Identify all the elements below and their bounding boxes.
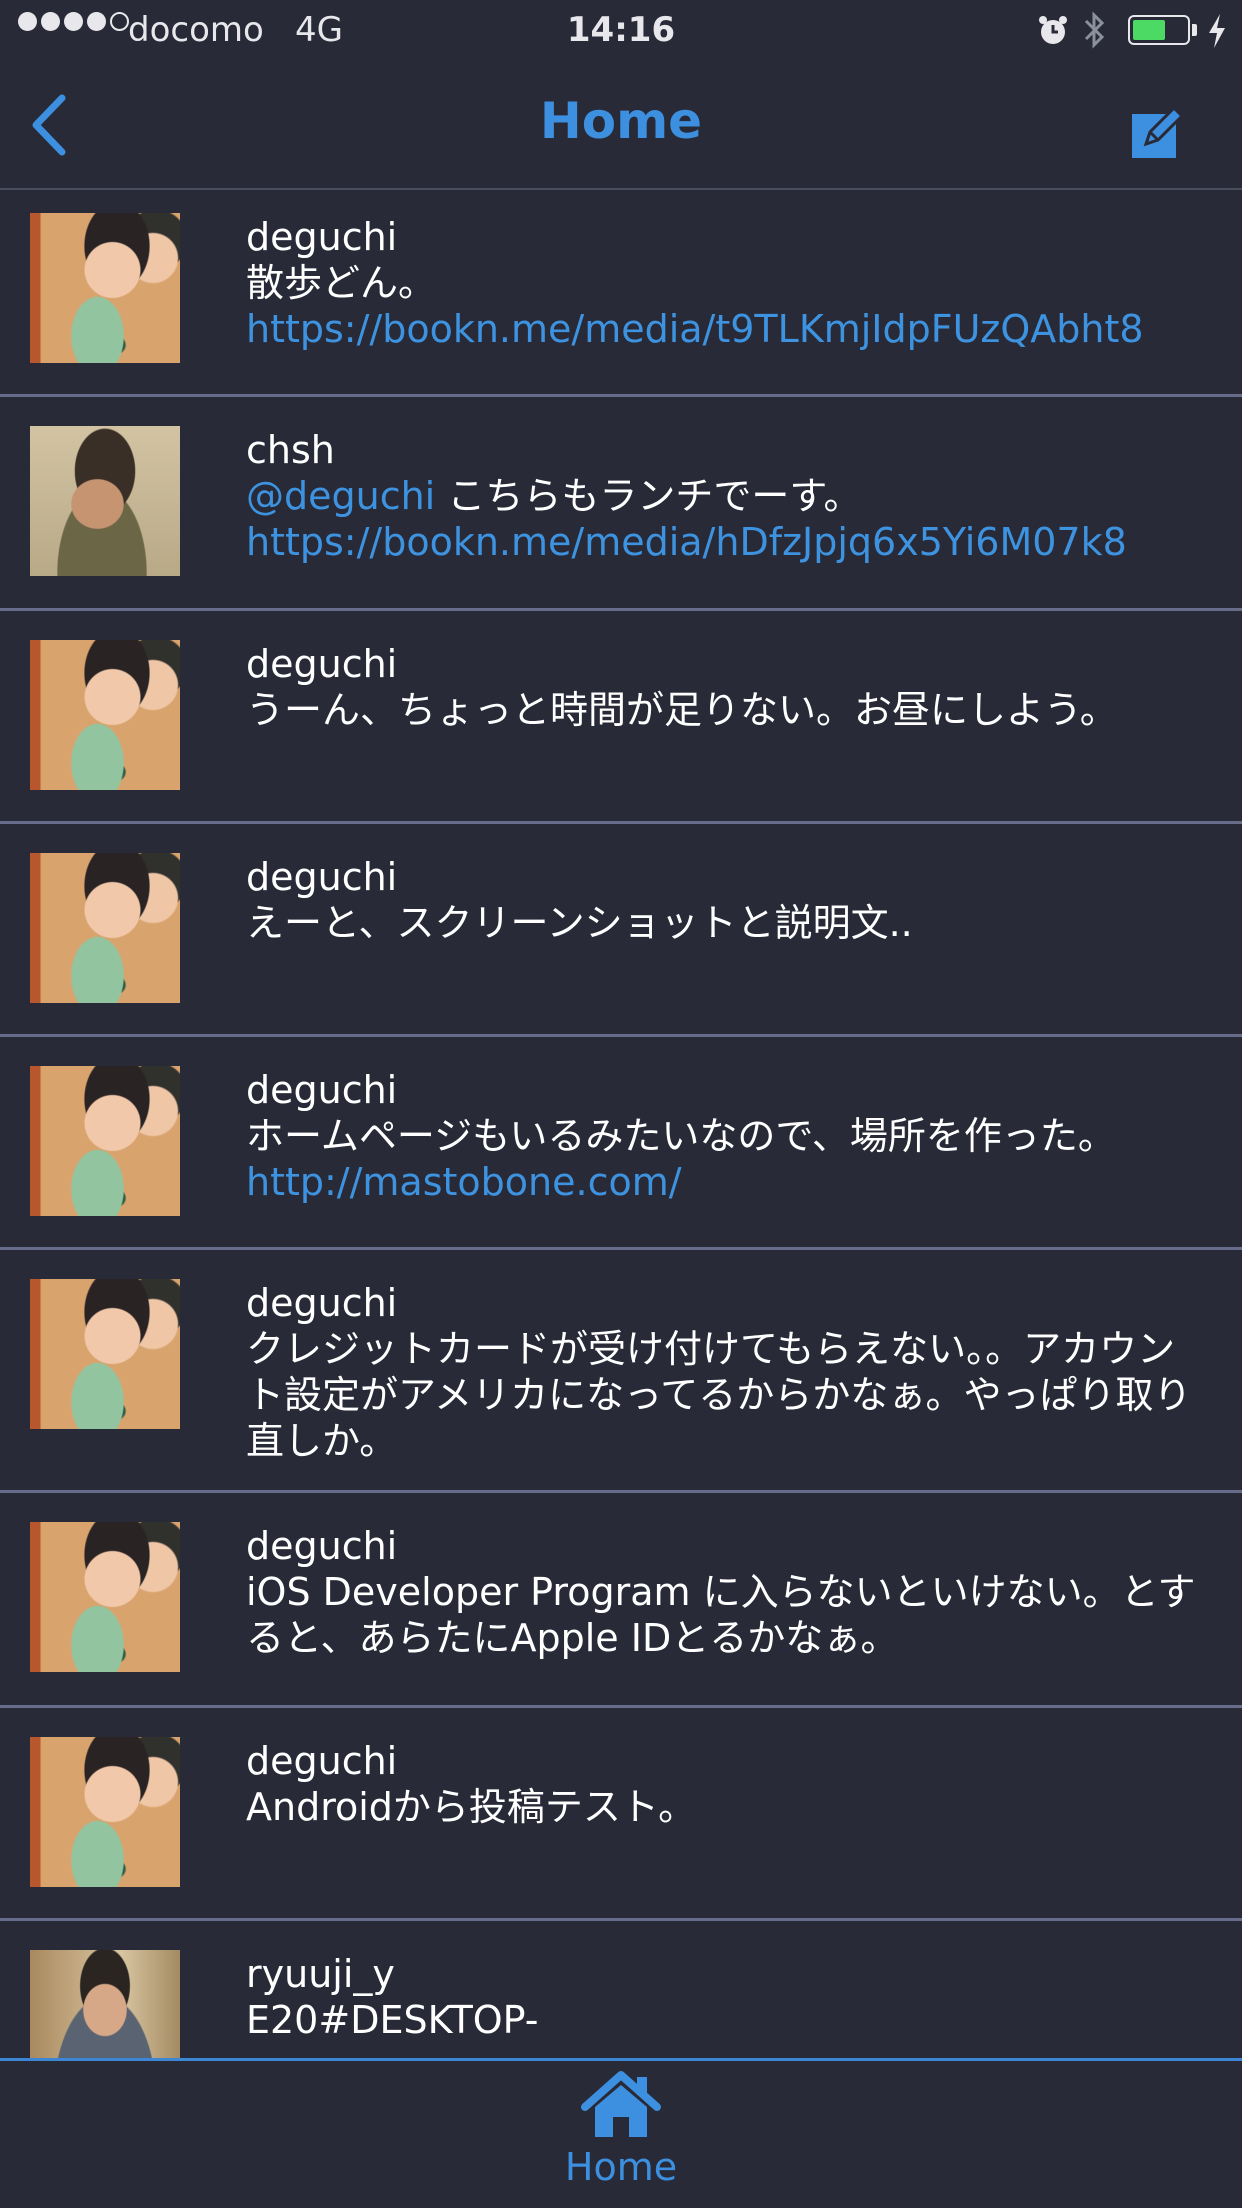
alarm-icon [1039,16,1067,44]
post-body: deguchi iOS Developer Program に入らないといけない… [246,1523,1202,1661]
post-username: deguchi [246,642,398,686]
avatar[interactable] [30,640,180,790]
avatar[interactable] [30,1279,180,1429]
post-body: deguchi うーん、ちょっと時間が足りない。お昼にしよう。 [246,641,1202,733]
post-text: 散歩どん。 [246,261,437,305]
post-link[interactable]: https://bookn.me/media/t9TLKmjIdpFUzQAbh… [246,306,1202,352]
battery-tip [1192,24,1197,36]
battery-icon [1128,15,1190,45]
avatar[interactable] [30,1066,180,1216]
post-text: Androidから投稿テスト。 [246,1785,697,1829]
post-body: deguchi クレジットカードが受け付けてもらえない。。アカウント設定がアメリ… [246,1280,1202,1464]
post-item[interactable]: deguchi えーと、スクリーンショットと説明文.. [0,824,1242,1037]
tab-home[interactable]: Home [520,2071,722,2207]
post-username: deguchi [246,1281,398,1325]
post-text: クレジットカードが受け付けてもらえない。。アカウント設定がアメリカになってるから… [246,1327,1192,1463]
post-item[interactable]: deguchi iOS Developer Program に入らないといけない… [0,1493,1242,1708]
post-body: ryuuji_y E20#DESKTOP- [246,1951,1202,2043]
post-text: @deguchi こちらもランチでーす。 [246,473,1202,519]
post-item[interactable]: deguchi クレジットカードが受け付けてもらえない。。アカウント設定がアメリ… [0,1250,1242,1493]
post-link[interactable]: http://mastobone.com/ [246,1159,1202,1205]
post-item[interactable]: ryuuji_y E20#DESKTOP- [0,1921,1242,2058]
avatar[interactable] [30,1522,180,1672]
tab-bar: Home [0,2058,1242,2208]
post-text: iOS Developer Program に入らないといけない。とすると、あら… [246,1570,1196,1660]
post-username: deguchi [246,1739,398,1783]
post-username: ryuuji_y [246,1952,395,1996]
post-text: えーと、スクリーンショットと説明文.. [246,901,913,945]
post-username: chsh [246,428,335,472]
post-text-content: こちらもランチでーす。 [435,474,862,518]
page-title: Home [539,92,703,150]
post-item[interactable]: deguchi ホームページもいるみたいなので、場所を作った。 http://m… [0,1037,1242,1250]
post-username: deguchi [246,1068,398,1112]
navigation-bar: Home [0,62,1242,190]
avatar[interactable] [30,426,180,576]
compose-icon[interactable] [1130,104,1186,160]
post-body: deguchi ホームページもいるみたいなので、場所を作った。 http://m… [246,1067,1202,1205]
house-icon [581,2071,661,2137]
post-body: deguchi 散歩どん。 https://bookn.me/media/t9T… [246,214,1202,352]
avatar[interactable] [30,213,180,363]
post-text: うーん、ちょっと時間が足りない。お昼にしよう。 [246,688,1118,732]
post-item[interactable]: deguchi Androidから投稿テスト。 [0,1708,1242,1921]
post-item[interactable]: chsh @deguchi こちらもランチでーす。 https://bookn.… [0,397,1242,611]
post-body: chsh @deguchi こちらもランチでーす。 https://bookn.… [246,427,1202,565]
bluetooth-icon [1084,11,1105,49]
post-item[interactable]: deguchi 散歩どん。 https://bookn.me/media/t9T… [0,190,1242,397]
avatar[interactable] [30,853,180,1003]
post-body: deguchi Androidから投稿テスト。 [246,1738,1202,1830]
post-body: deguchi えーと、スクリーンショットと説明文.. [246,854,1202,946]
post-username: deguchi [246,215,398,259]
post-item[interactable]: deguchi うーん、ちょっと時間が足りない。お昼にしよう。 [0,611,1242,824]
tab-home-label: Home [564,2145,678,2189]
timeline-feed[interactable]: deguchi 散歩どん。 https://bookn.me/media/t9T… [0,190,1242,2058]
post-text: ホームページもいるみたいなので、場所を作った。 [246,1114,1116,1158]
post-username: deguchi [246,1524,398,1568]
avatar[interactable] [30,1950,180,2058]
charging-icon [1209,14,1225,48]
post-link[interactable]: https://bookn.me/media/hDfzJpjq6x5Yi6M07… [246,519,1202,565]
avatar[interactable] [30,1737,180,1887]
mention-link[interactable]: @deguchi [246,474,435,518]
post-text: E20#DESKTOP- [246,1998,539,2042]
status-bar: docomo 4G 14:16 [0,0,1242,62]
post-username: deguchi [246,855,398,899]
